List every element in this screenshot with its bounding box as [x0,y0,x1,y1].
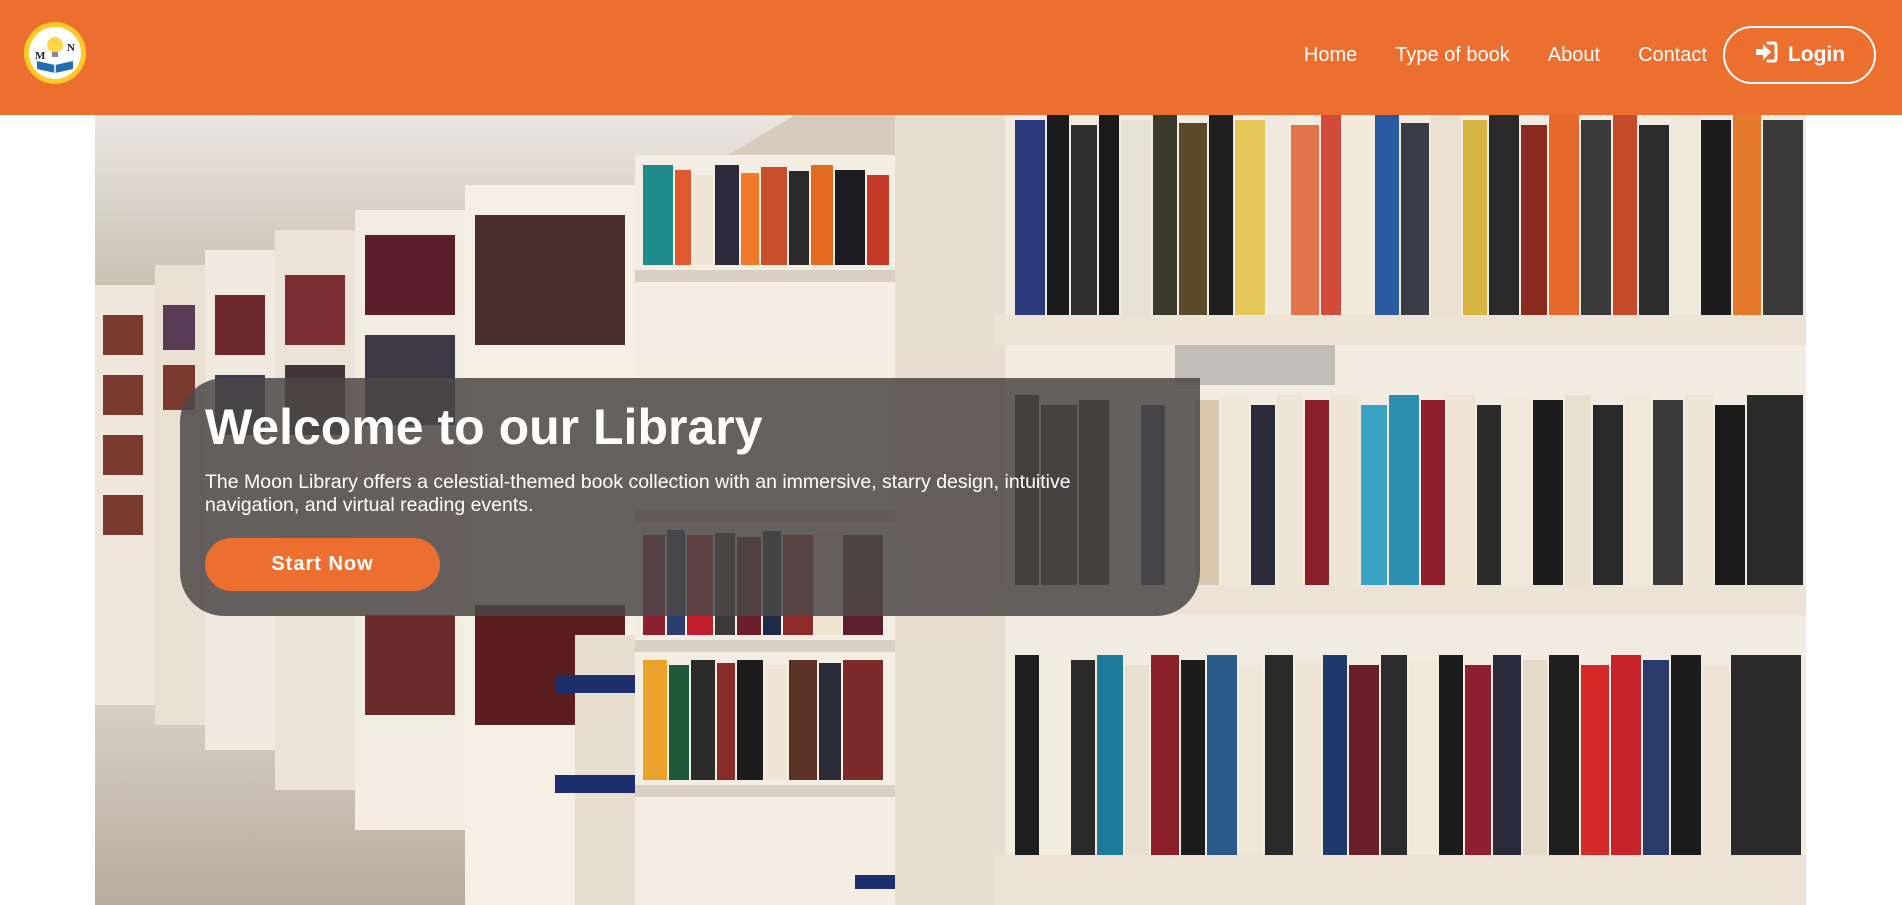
hero-title: Welcome to our Library [205,399,763,455]
nav-about[interactable]: About [1548,44,1600,67]
hero-description: The Moon Library offers a celestial-them… [205,471,1071,516]
start-now-button[interactable]: Start Now [205,538,440,591]
nav-contact[interactable]: Contact [1638,44,1707,67]
lightbulb-book-icon: M N [29,27,81,79]
login-button[interactable]: Login [1723,26,1876,84]
site-logo[interactable]: M N [24,22,86,84]
login-label: Login [1787,43,1846,66]
navbar: M N Home Type of book About Contact Logi… [0,0,1902,115]
nav-type-of-book[interactable]: Type of book [1395,44,1510,67]
logo-letter-n: N [67,42,75,54]
sign-in-icon [1754,41,1778,69]
main-nav: Home Type of book About Contact [1266,0,1707,111]
nav-home[interactable]: Home [1304,44,1357,67]
logo-letter-m: M [35,50,46,62]
